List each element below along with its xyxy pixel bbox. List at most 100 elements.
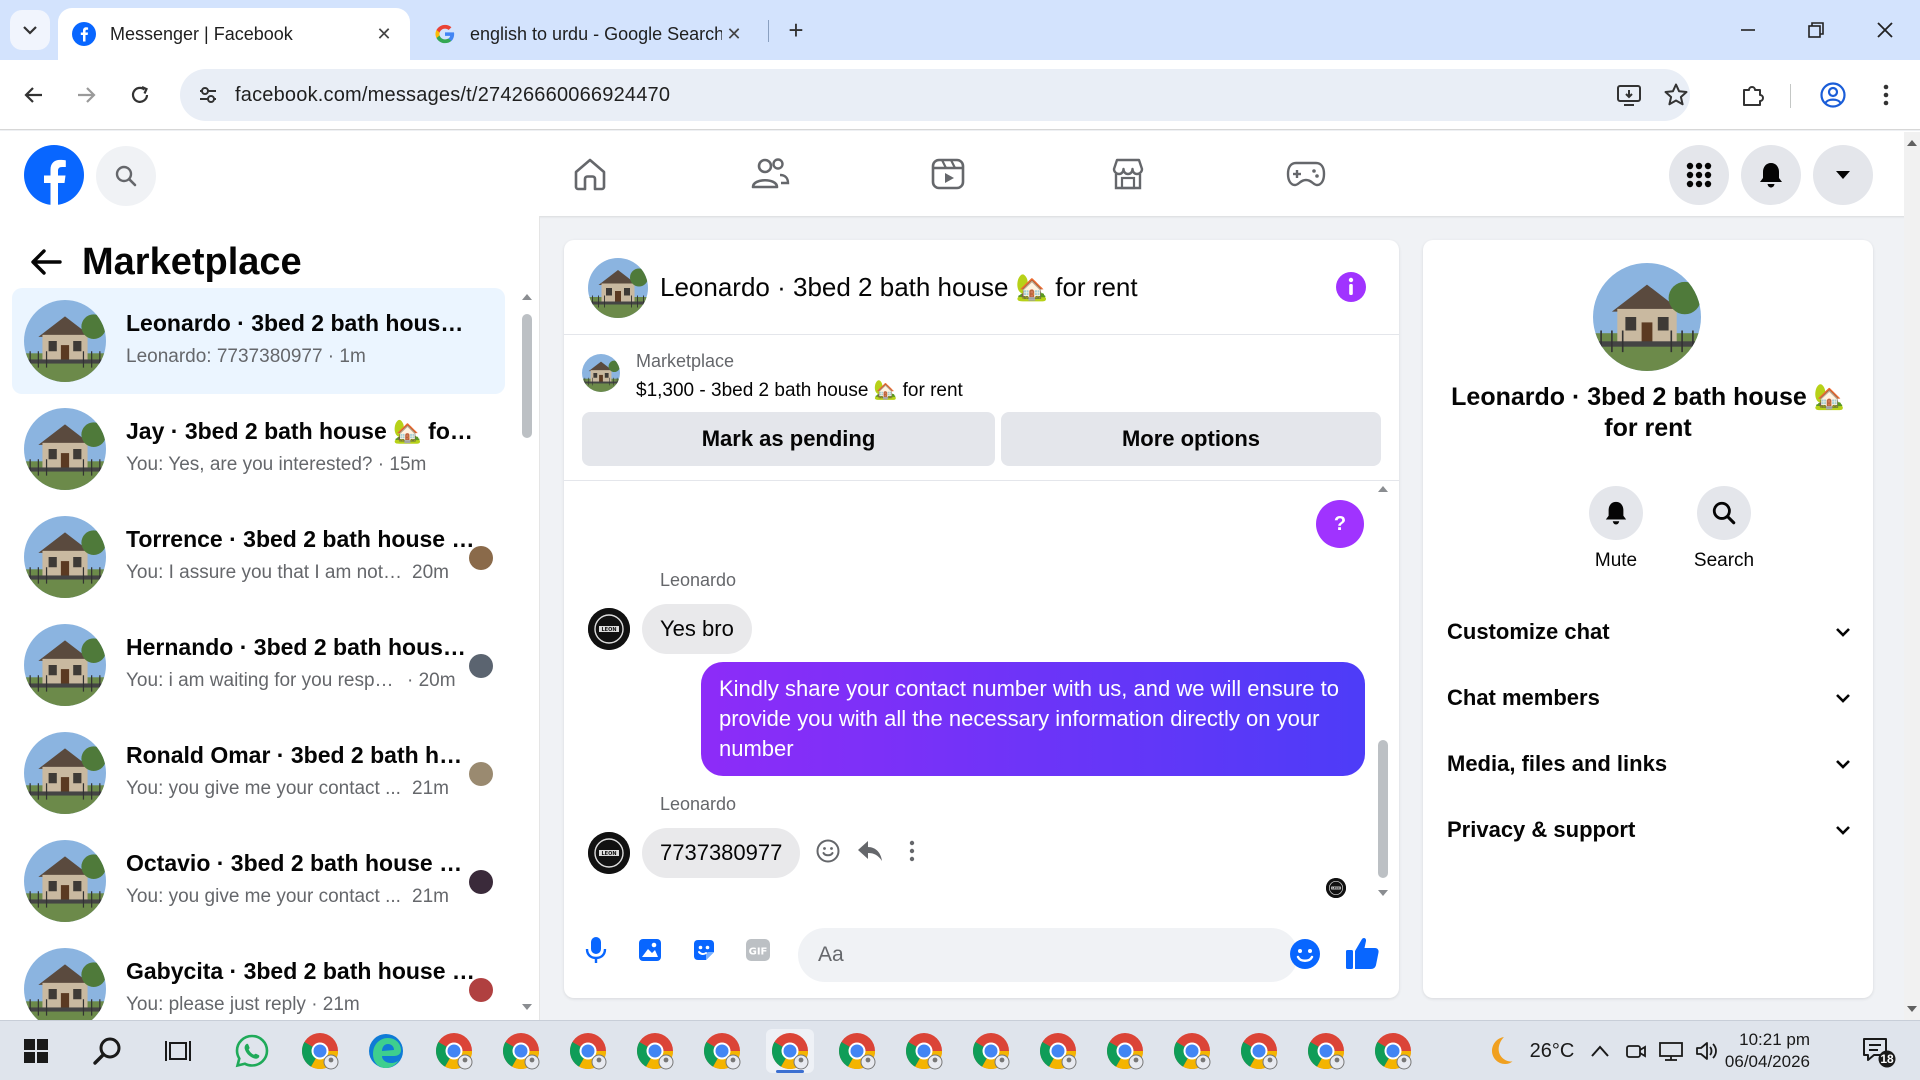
message-options-button[interactable]	[897, 836, 927, 866]
nav-home[interactable]	[560, 149, 620, 199]
facebook-search-button[interactable]	[96, 146, 156, 206]
chrome-taskbar-app[interactable]	[1302, 1029, 1350, 1073]
nav-gaming[interactable]	[1276, 149, 1336, 199]
conversation-item[interactable]: Octavio · 3bed 2 bath house 🏡 for rent Y…	[12, 828, 505, 934]
mute-button[interactable]	[1589, 486, 1643, 540]
back-to-chats-button[interactable]	[24, 240, 68, 284]
chrome-taskbar-app[interactable]	[497, 1029, 545, 1073]
conversation-item[interactable]: Hernando · 3bed 2 bath house 🏡 for rent …	[12, 612, 505, 718]
chrome-taskbar-app-active[interactable]	[766, 1029, 814, 1073]
react-button[interactable]	[813, 836, 843, 866]
nav-video[interactable]	[918, 149, 978, 199]
chat-avatar[interactable]	[588, 258, 648, 318]
start-button[interactable]	[12, 1029, 60, 1073]
task-view-button[interactable]	[154, 1029, 202, 1073]
account-menu-button[interactable]	[1813, 145, 1873, 205]
emoji-icon[interactable]	[1288, 937, 1322, 971]
info-icon[interactable]	[1334, 270, 1368, 304]
chrome-taskbar-app[interactable]	[967, 1029, 1015, 1073]
conversation-list-scrollbar[interactable]	[520, 292, 534, 1012]
close-window-button[interactable]	[1865, 10, 1905, 50]
sticker-button[interactable]	[686, 932, 722, 968]
chrome-taskbar-app[interactable]	[1034, 1029, 1082, 1073]
sender-avatar[interactable]	[588, 608, 630, 650]
tab-messenger[interactable]: Messenger | Facebook ✕	[58, 8, 410, 60]
minimize-button[interactable]	[1728, 10, 1768, 50]
conversation-item[interactable]: Ronald Omar · 3bed 2 bath house 🏡 for re…	[12, 720, 505, 826]
thumbs-up-icon[interactable]	[1344, 934, 1382, 972]
network-tray-button[interactable]	[1654, 1035, 1688, 1067]
attach-photo-button[interactable]	[632, 932, 668, 968]
facebook-logo[interactable]	[24, 145, 84, 205]
chrome-taskbar-app[interactable]	[1168, 1029, 1216, 1073]
chat-title[interactable]: Leonardo · 3bed 2 bath house 🏡 for rent	[660, 272, 1138, 303]
message-input[interactable]	[798, 928, 1298, 982]
conversation-item[interactable]: Torrence · 3bed 2 bath house 🏡 for rent …	[12, 504, 505, 610]
chrome-taskbar-app[interactable]	[564, 1029, 612, 1073]
search-in-conversation-button[interactable]	[1697, 486, 1751, 540]
incoming-message[interactable]: 7737380977	[642, 828, 801, 878]
mark-as-pending-button[interactable]: Mark as pending	[582, 412, 995, 466]
listing-description[interactable]: $1,300 - 3bed 2 bath house 🏡 for rent	[636, 378, 963, 402]
conversation-item[interactable]: Gabycita · 3bed 2 bath house 🏡 for rent …	[12, 936, 505, 1020]
gif-button[interactable]: GIF	[740, 932, 776, 968]
edge-taskbar-app[interactable]	[362, 1029, 410, 1073]
scrollbar-thumb[interactable]	[522, 314, 532, 438]
close-tab-icon[interactable]: ✕	[722, 22, 746, 46]
page-scrollbar[interactable]	[1904, 132, 1920, 1020]
nav-marketplace[interactable]	[1098, 149, 1158, 199]
tab-google-search[interactable]: english to urdu - Google Search ✕	[420, 8, 760, 60]
browser-menu-button[interactable]	[1866, 75, 1906, 115]
customize-chat-section[interactable]: Customize chat	[1447, 612, 1851, 652]
taskbar-clock[interactable]: 10:21 pm 06/04/2026	[1690, 1029, 1810, 1073]
address-bar[interactable]: facebook.com/messages/t/2742666006692447…	[180, 69, 1690, 121]
back-button[interactable]	[14, 75, 54, 115]
voice-clip-button[interactable]	[578, 932, 614, 968]
reply-button[interactable]	[855, 836, 885, 866]
menu-grid-button[interactable]	[1669, 145, 1729, 205]
notification-center-button[interactable]: 18	[1860, 1033, 1896, 1069]
more-options-button[interactable]: More options	[1001, 412, 1381, 466]
chat-members-section[interactable]: Chat members	[1447, 678, 1851, 718]
chat-scrollbar[interactable]	[1375, 484, 1391, 900]
incoming-message[interactable]: Yes bro	[642, 604, 752, 654]
scrollbar-thumb[interactable]	[1378, 740, 1388, 878]
chrome-taskbar-app[interactable]	[631, 1029, 679, 1073]
extensions-button[interactable]	[1733, 75, 1773, 115]
chrome-taskbar-app[interactable]	[1101, 1029, 1149, 1073]
notifications-button[interactable]	[1741, 145, 1801, 205]
chrome-taskbar-app[interactable]	[296, 1029, 344, 1073]
tab-search-button[interactable]	[10, 10, 50, 50]
weather-widget[interactable]: 26°C	[1458, 1035, 1598, 1067]
show-hidden-icons-button[interactable]	[1584, 1035, 1616, 1067]
new-tab-button[interactable]: +	[778, 12, 814, 48]
conversation-item[interactable]: Jay · 3bed 2 bath house 🏡 for rent You: …	[12, 396, 505, 502]
question-badge[interactable]: ?	[1316, 500, 1364, 548]
sender-avatar[interactable]	[588, 832, 630, 874]
chrome-taskbar-app[interactable]	[900, 1029, 948, 1073]
privacy-support-section[interactable]: Privacy & support	[1447, 810, 1851, 850]
bookmark-star-icon[interactable]	[1662, 81, 1690, 109]
reload-button[interactable]	[120, 75, 160, 115]
profile-avatar[interactable]	[1593, 263, 1701, 371]
restore-button[interactable]	[1796, 10, 1836, 50]
camera-tray-button[interactable]	[1620, 1035, 1652, 1067]
listing-thumbnail[interactable]	[582, 354, 620, 392]
chrome-taskbar-app[interactable]	[1369, 1029, 1417, 1073]
nav-friends[interactable]	[740, 149, 800, 199]
close-tab-icon[interactable]: ✕	[372, 22, 396, 46]
media-files-links-section[interactable]: Media, files and links	[1447, 744, 1851, 784]
outgoing-message[interactable]: Kindly share your contact number with us…	[701, 662, 1365, 776]
chrome-taskbar-app[interactable]	[1235, 1029, 1283, 1073]
search-action[interactable]: Search	[1679, 486, 1769, 572]
conversation-item[interactable]: Leonardo · 3bed 2 bath house 🏡 for rent …	[12, 288, 505, 394]
whatsapp-taskbar-app[interactable]	[228, 1029, 276, 1073]
chrome-taskbar-app[interactable]	[698, 1029, 746, 1073]
profile-button[interactable]	[1813, 75, 1853, 115]
install-app-icon[interactable]	[1615, 81, 1643, 109]
site-info-icon[interactable]	[194, 81, 222, 109]
chrome-taskbar-app[interactable]	[430, 1029, 478, 1073]
mute-action[interactable]: Mute	[1571, 486, 1661, 572]
forward-button[interactable]	[66, 75, 106, 115]
taskbar-search-button[interactable]	[84, 1029, 132, 1073]
